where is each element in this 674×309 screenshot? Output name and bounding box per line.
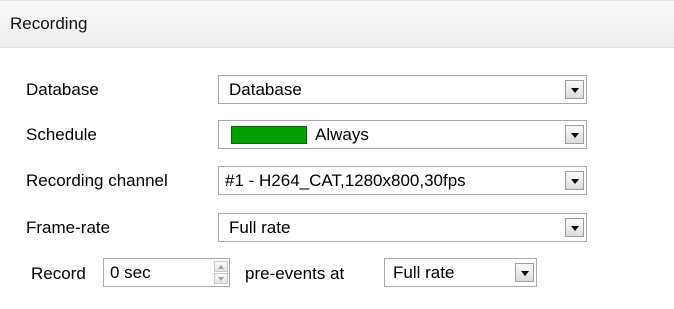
pre-event-rate-value: Full rate [393,263,455,282]
pre-event-duration-value: 0 sec [110,263,151,282]
frame-rate-dropdown[interactable]: Full rate [218,213,587,242]
recording-channel-label: Recording channel [26,171,168,190]
pre-events-at-label: pre-events at [245,264,345,283]
panel-title: Recording [10,14,88,33]
database-label: Database [26,80,99,99]
pre-event-duration-stepper[interactable]: 0 sec [103,258,230,287]
database-dropdown[interactable]: Database [218,75,587,104]
chevron-down-icon[interactable] [565,125,584,144]
chevron-down-icon[interactable] [515,263,534,282]
schedule-value: Always [315,125,369,144]
record-label: Record [31,264,86,283]
chevron-down-icon[interactable] [565,171,584,190]
schedule-dropdown[interactable]: Always [218,120,587,149]
stepper-buttons [214,261,228,284]
spin-down-icon[interactable] [214,273,228,284]
panel-header: Recording [0,0,674,48]
pre-event-rate-dropdown[interactable]: Full rate [384,258,537,287]
schedule-label: Schedule [26,125,97,144]
frame-rate-value: Full rate [229,218,291,237]
chevron-down-icon[interactable] [565,80,584,99]
frame-rate-label: Frame-rate [26,218,111,237]
schedule-color-swatch [231,126,307,144]
chevron-down-icon[interactable] [565,218,584,237]
recording-channel-value: #1 - H264_CAT,1280x800,30fps [225,171,466,190]
database-value: Database [229,80,302,99]
spin-up-icon[interactable] [214,261,228,272]
recording-channel-dropdown[interactable]: #1 - H264_CAT,1280x800,30fps [218,166,587,195]
